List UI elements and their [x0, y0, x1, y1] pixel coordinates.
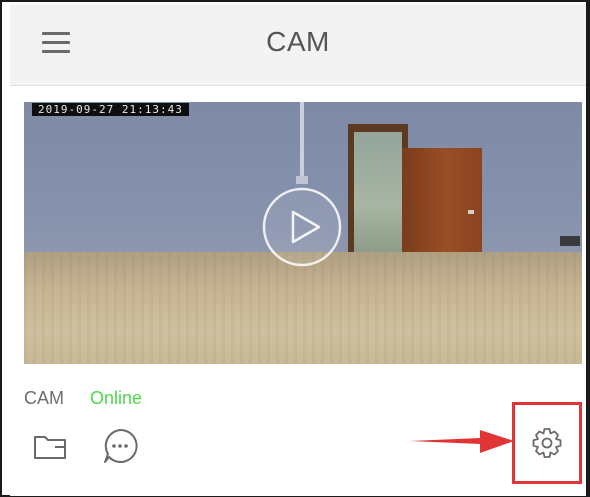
preview-pipe — [300, 102, 304, 180]
video-timestamp: 2019-09-27 21:13:43 — [32, 103, 189, 116]
folder-icon[interactable] — [32, 431, 68, 461]
app-frame: CAM 2019-09-27 21:13:43 CAM Online — [0, 0, 590, 497]
camera-preview[interactable]: 2019-09-27 21:13:43 — [24, 102, 582, 364]
play-icon[interactable] — [261, 186, 343, 268]
camera-name: CAM — [24, 388, 64, 408]
preview-switch — [296, 176, 308, 184]
preview-floor — [24, 252, 582, 364]
app-bar: CAM — [10, 4, 586, 86]
gear-icon[interactable] — [530, 426, 564, 460]
chat-bubble-icon[interactable] — [100, 426, 140, 466]
camera-card: 2019-09-27 21:13:43 CAM Online — [10, 86, 586, 496]
page-title: CAM — [266, 26, 330, 57]
status-badge: Online — [90, 388, 143, 408]
preview-door — [402, 148, 482, 260]
preview-door-opening — [354, 132, 402, 254]
preview-door-handle — [468, 210, 474, 214]
annotation-arrow — [410, 424, 516, 458]
preview-outlet — [560, 236, 580, 246]
